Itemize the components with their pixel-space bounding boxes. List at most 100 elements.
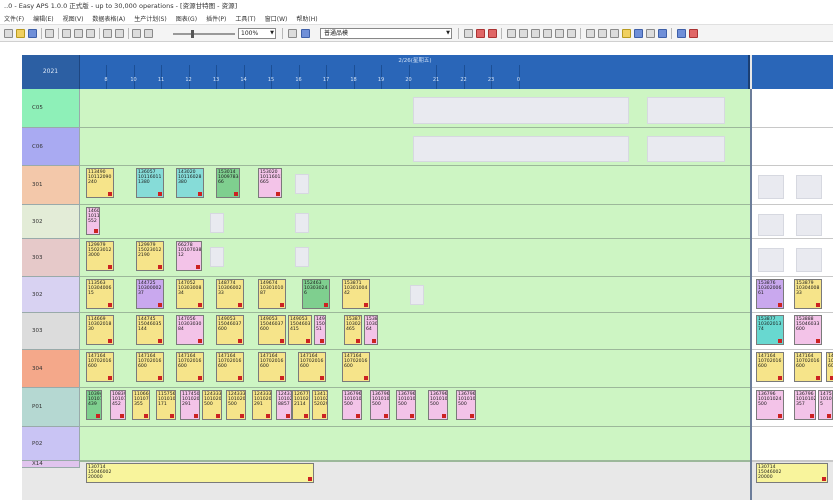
operation-bar[interactable]: 143020 10116028 380 (176, 168, 204, 198)
operation-bar[interactable]: 13679610101024500 (396, 390, 416, 420)
operation-bar[interactable]: 126775101020012114 (292, 390, 310, 420)
operation-bar[interactable]: 13679610101024357 (794, 390, 816, 420)
table-icon[interactable] (610, 29, 619, 38)
operation-bar[interactable]: 153888 15046033 600 (794, 315, 822, 345)
operation-bar[interactable]: 153020 10116012 665 (258, 168, 282, 198)
operation-bar[interactable]: 11066010107004355 (132, 390, 150, 420)
operation-bar[interactable]: 147052 10303008 34 (176, 279, 204, 309)
undo-icon[interactable] (103, 29, 112, 38)
operation-bar[interactable]: 14716410702016600 (756, 352, 784, 382)
operation-bar[interactable]: 153871 10301004 42 (342, 279, 370, 309)
copy-icon[interactable] (74, 29, 83, 38)
align-right-icon[interactable] (531, 29, 540, 38)
operation-bar[interactable]: 129979 15023012 2190 (136, 241, 164, 271)
resource-row-label[interactable]: P01 (22, 388, 80, 427)
operation-bar[interactable]: 130714 15046002 20000 (86, 463, 314, 483)
resource-row-lane-next[interactable]: 14716410702016600 14716410702016600 147164… (752, 350, 833, 388)
operation-bar[interactable]: 148774 10306002 33 (216, 279, 244, 309)
operation-bar[interactable]: 12433310102019500 (226, 390, 246, 420)
menu-help[interactable]: 帮助(H) (296, 14, 317, 23)
resource-row-label[interactable]: 302 (22, 205, 80, 239)
operation-bar[interactable]: 149674 10301010 87 (258, 279, 286, 309)
menu-chart[interactable]: 图表(G) (176, 14, 197, 23)
zoom-slider[interactable] (173, 30, 235, 38)
resource-row-lane[interactable]: 10394910107008439 10839610107006452 110660… (80, 388, 750, 427)
operation-bar[interactable]: 13679610101024500 (456, 390, 476, 420)
resource-row-lane-next[interactable]: 153876 10302006 61 153879 10304008 33 (752, 277, 833, 313)
paste-icon[interactable] (86, 29, 95, 38)
resource-row-lane-next[interactable] (752, 128, 833, 166)
operation-bar[interactable]: 14716410702016600 (136, 352, 164, 382)
align-top-icon[interactable] (543, 29, 552, 38)
align-center-icon[interactable] (519, 29, 528, 38)
resource-row-lane-next[interactable] (752, 427, 833, 461)
resource-row-lane[interactable] (80, 427, 750, 461)
operation-bar[interactable]: 1341711010200452029 (312, 390, 328, 420)
resource-row-label[interactable]: 301 (22, 166, 80, 205)
operation-bar[interactable]: 14716410702016600 (794, 352, 822, 382)
operation-bar[interactable]: 149053 15046037 600 (258, 315, 286, 345)
operation-bar[interactable]: 1538731030200164 (364, 315, 378, 345)
operation-bar[interactable]: 14716410702016600 (176, 352, 204, 382)
grid-icon[interactable] (586, 29, 595, 38)
resource-row-lane-next[interactable]: 13679610101024500 13679610101024357147510… (752, 388, 833, 427)
resource-row-lane-next[interactable] (752, 89, 833, 128)
menu-view[interactable]: 视图(V) (63, 14, 84, 23)
open-folder-icon[interactable] (16, 29, 25, 38)
operation-bar[interactable]: 12433310102019291 (252, 390, 272, 420)
resource-row-lane-next[interactable]: 153877 10302013 74 153888 15046033 600 (752, 313, 833, 350)
operation-bar[interactable]: 129979 15023012 3000 (86, 241, 114, 271)
operation-bar[interactable]: 153877 10302013 74 (756, 315, 784, 345)
operation-bar[interactable]: 10394910107008439 (86, 390, 102, 420)
menu-file[interactable]: 文件(F) (4, 14, 24, 23)
menu-plugin[interactable]: 插件(P) (206, 14, 226, 23)
operation-bar[interactable]: 14716410702016600 (298, 352, 326, 382)
filter-icon[interactable] (288, 29, 297, 38)
operation-bar[interactable]: 149053 15046037 600 (216, 315, 244, 345)
operation-bar[interactable]: 15387310302004465 (344, 315, 362, 345)
operation-bar[interactable]: 153879 10304008 33 (794, 279, 822, 309)
menu-tools[interactable]: 工具(T) (235, 14, 255, 23)
operation-bar[interactable]: 12433310102019500 (202, 390, 222, 420)
new-file-icon[interactable] (4, 29, 13, 38)
resource-row-label[interactable]: 304 (22, 350, 80, 388)
arrow-left-icon[interactable] (132, 29, 141, 38)
operation-bar[interactable]: 153876 10302006 61 (756, 279, 784, 309)
menu-window[interactable]: 窗口(W) (265, 14, 288, 23)
resource-row-lane[interactable]: 129979 15023012 3000 129979 15023012 2190 6627… (80, 239, 750, 277)
operation-bar[interactable]: 13679610101024500 (756, 390, 784, 420)
operation-bar[interactable]: 13679610101024500 (342, 390, 362, 420)
resource-row-label[interactable]: 302 (22, 277, 80, 313)
resource-row-label[interactable]: 303 (22, 239, 80, 277)
redo-icon[interactable] (115, 29, 124, 38)
resource-row-lane[interactable]: 113490 10112090 240 136057 10116011 1380 14302… (80, 166, 750, 205)
resource-row-lane-next[interactable] (752, 166, 833, 205)
operation-bar[interactable]: 152463 10303024 6 (302, 279, 330, 309)
layout-icon[interactable] (658, 29, 667, 38)
operation-bar[interactable]: 144725 10300002 37 (136, 279, 164, 309)
operation-bar[interactable]: 149053 15046037 415 (288, 315, 312, 345)
resource-row-lane-next[interactable] (752, 239, 833, 277)
chart-bar-icon[interactable] (634, 29, 643, 38)
menu-edit[interactable]: 编辑(E) (33, 14, 53, 23)
resource-row-lane[interactable]: 147164 10702016 600 147164 10702016 600 147164… (80, 350, 750, 388)
operation-bar[interactable]: 124333101020198857 (276, 390, 292, 420)
print-icon[interactable] (45, 29, 54, 38)
unlink-icon[interactable] (476, 29, 485, 38)
operation-bar[interactable]: 13679610101024500 (428, 390, 448, 420)
operation-bar[interactable]: 147056 10303030 84 (176, 315, 204, 345)
operation-bar[interactable]: 147510101030025 (818, 390, 833, 420)
zoom-select[interactable]: 100% ▼ (238, 28, 276, 39)
resource-row-lane[interactable] (80, 128, 750, 166)
resource-row-lane[interactable]: 130714 15046002 20000 (80, 461, 750, 483)
operation-bar[interactable]: 114669 10302018 30 (86, 315, 114, 345)
menu-production-plan[interactable]: 生产计划(S) (134, 14, 167, 23)
delete-icon[interactable] (488, 29, 497, 38)
resource-row-label[interactable]: C06 (22, 128, 80, 166)
resource-row-lane-next[interactable] (752, 205, 833, 239)
menu-data-table[interactable]: 数据表格(A) (92, 14, 125, 23)
resource-row-lane[interactable]: 114669 10302018 30 144745 15046035 144 147056 1… (80, 313, 750, 350)
mode-select[interactable]: 普通品模 ▼ (320, 28, 452, 39)
operation-bar[interactable]: 144745 15046035 144 (136, 315, 164, 345)
operation-bar[interactable]: 10839610107006452 (110, 390, 126, 420)
